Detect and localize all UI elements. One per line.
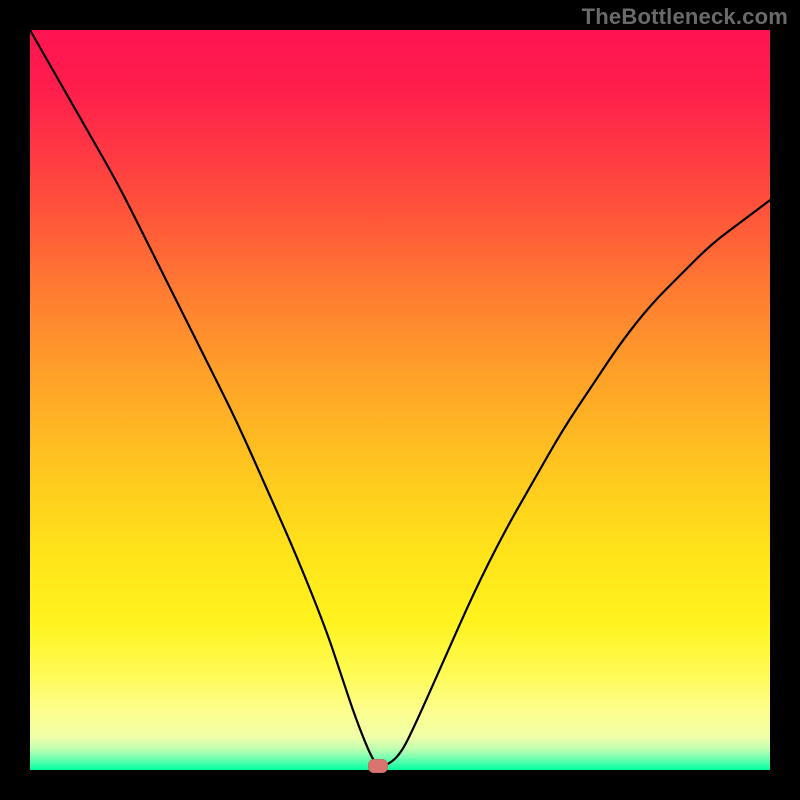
optimal-point-marker xyxy=(368,759,388,773)
plot-area xyxy=(30,30,770,770)
watermark-text: TheBottleneck.com xyxy=(582,4,788,30)
curve-path xyxy=(30,30,770,766)
bottleneck-curve xyxy=(30,30,770,770)
